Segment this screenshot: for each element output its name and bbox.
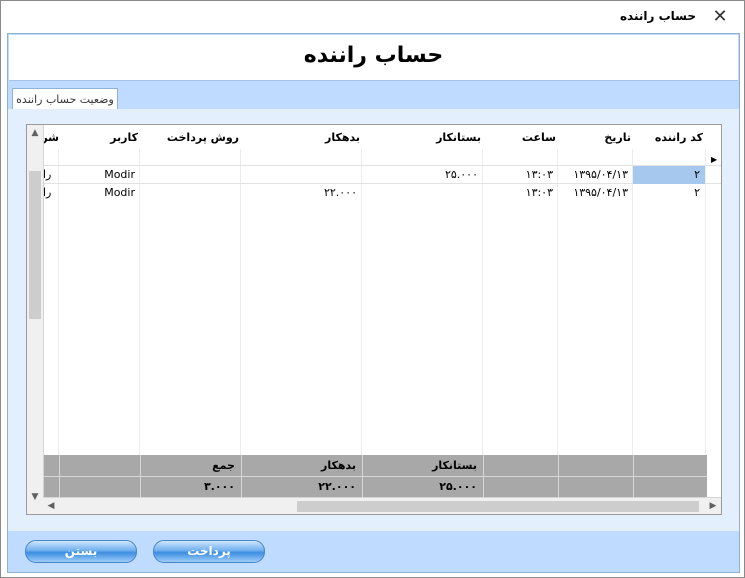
- column-header-description[interactable]: شر: [43, 127, 59, 149]
- close-icon[interactable]: ✕: [708, 5, 732, 29]
- cell-payment-method[interactable]: [140, 166, 241, 184]
- cell-description[interactable]: را: [43, 166, 59, 184]
- cell-debit[interactable]: [241, 166, 362, 184]
- scroll-left-icon[interactable]: ◀: [43, 498, 59, 514]
- summary-value-debit: ۲۲.۰۰۰: [318, 480, 356, 493]
- horizontal-scroll-thumb[interactable]: [297, 501, 699, 512]
- data-grid[interactable]: کد راننده تاریخ ساعت بستانکار بدهکار روش…: [26, 124, 722, 515]
- summary-value-credit: ۲۵.۰۰۰: [439, 480, 477, 493]
- vertical-scroll-thumb[interactable]: [29, 171, 41, 319]
- cell-time[interactable]: ۱۳:۰۳: [483, 166, 558, 184]
- tab-driver-account-status[interactable]: وضعیت حساب راننده: [12, 88, 118, 110]
- cell-debit[interactable]: ۲۲.۰۰۰: [241, 184, 362, 202]
- cell-driver-code[interactable]: ۲: [633, 166, 705, 184]
- window-title: حساب راننده: [619, 9, 696, 23]
- summary-label-credit: بستانکار: [432, 459, 477, 472]
- vertical-scrollbar[interactable]: ▲ ▼: [27, 125, 44, 514]
- column-header-date[interactable]: تاریخ: [558, 127, 633, 149]
- title-bar: حساب راننده ✕: [1, 1, 744, 33]
- tab-page: کد راننده تاریخ ساعت بستانکار بدهکار روش…: [8, 109, 739, 531]
- grid-line: [705, 149, 706, 455]
- column-header-user[interactable]: کاربر: [59, 127, 140, 149]
- cell-credit[interactable]: ۲۵.۰۰۰: [362, 166, 483, 184]
- cell-user[interactable]: Modir: [59, 166, 140, 184]
- cell-description[interactable]: را: [43, 184, 59, 202]
- column-header-debit[interactable]: بدهکار: [241, 127, 362, 149]
- column-header-time[interactable]: ساعت: [483, 127, 558, 149]
- cell-time[interactable]: ۱۳:۰۳: [483, 184, 558, 202]
- column-header-payment-method[interactable]: روش پرداخت: [140, 127, 241, 149]
- row-indicator-icon: ▶: [711, 155, 718, 164]
- header-panel: حساب راننده: [9, 35, 738, 81]
- scroll-down-icon[interactable]: ▼: [27, 489, 43, 505]
- summary-label-sum: جمع: [212, 459, 235, 472]
- close-button[interactable]: بستن: [25, 540, 137, 563]
- cell-date[interactable]: ۱۳۹۵/۰۴/۱۳: [558, 166, 633, 184]
- cell-credit[interactable]: [362, 184, 483, 202]
- summary-label-debit: بدهکار: [321, 459, 356, 472]
- scroll-right-icon[interactable]: ▶: [705, 498, 721, 514]
- scroll-up-icon[interactable]: ▲: [27, 125, 43, 141]
- column-header-driver-code[interactable]: کد راننده: [633, 127, 705, 149]
- pay-button[interactable]: پرداخت: [153, 540, 265, 563]
- window: حساب راننده ✕ حساب راننده وضعیت حساب ران…: [0, 0, 745, 578]
- summary-value-sum: ۳.۰۰۰: [203, 480, 235, 493]
- column-header-credit[interactable]: بستانکار: [362, 127, 483, 149]
- cell-user[interactable]: Modir: [59, 184, 140, 202]
- horizontal-scrollbar[interactable]: ◀ ▶: [43, 497, 721, 514]
- client-area: حساب راننده وضعیت حساب راننده کد راننده …: [7, 33, 740, 573]
- cell-payment-method[interactable]: [140, 184, 241, 202]
- page-title: حساب راننده: [303, 43, 444, 68]
- cell-driver-code[interactable]: ۲: [633, 184, 705, 202]
- cell-date[interactable]: ۱۳۹۵/۰۴/۱۳: [558, 184, 633, 202]
- summary-footer: بستانکار بدهکار جمع ۲۵.۰۰۰ ۲۲.۰۰۰ ۳.۰۰۰: [43, 455, 707, 497]
